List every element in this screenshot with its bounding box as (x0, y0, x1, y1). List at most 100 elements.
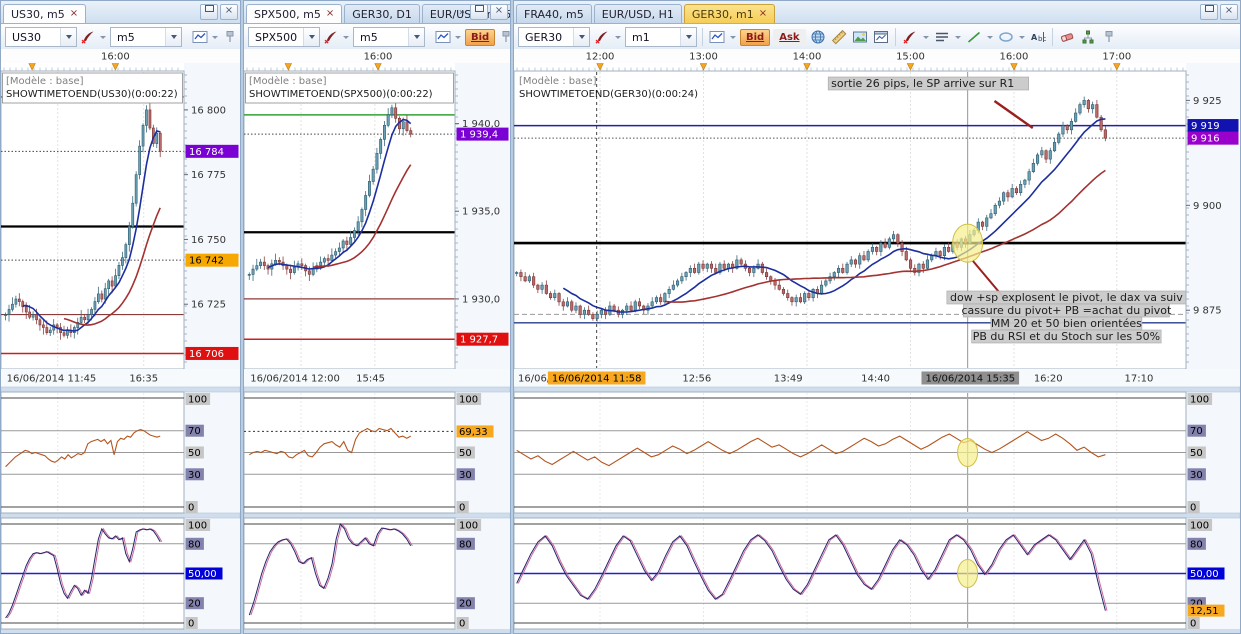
quill-icon[interactable] (323, 28, 339, 46)
symbol-select[interactable]: SPX500 (248, 27, 320, 47)
svg-text:SHOWTIMETOEND(SPX500)(0:00:22): SHOWTIMETOEND(SPX500)(0:00:22) (249, 89, 433, 100)
svg-text:16 784: 16 784 (189, 147, 224, 158)
pin-icon[interactable] (498, 28, 511, 46)
svg-text:[Modèle : base]: [Modèle : base] (249, 75, 327, 87)
timeframe-select[interactable]: m1 (625, 27, 697, 47)
svg-text:12:00: 12:00 (586, 52, 615, 63)
svg-text:16 775: 16 775 (191, 170, 226, 181)
horizontal-lines-icon[interactable] (933, 28, 951, 46)
draw-quill-icon[interactable] (901, 28, 919, 46)
bid-button[interactable]: Bid (465, 29, 495, 46)
chevron-down-icon[interactable] (165, 28, 181, 46)
tab-close-icon[interactable]: × (759, 9, 767, 19)
svg-text:9 919: 9 919 (1191, 121, 1220, 132)
dropdown-arrow-icon[interactable] (455, 36, 461, 39)
svg-text:16/06/2014 11:58: 16/06/2014 11:58 (552, 374, 642, 385)
us30-chart-canvas[interactable]: 16:00[Modèle : base]SHOWTIMETOEND(US30)(… (1, 49, 240, 634)
panel-us30: US30, m5 × × US30 m5 16:00[Modèle : base]… (0, 0, 241, 634)
svg-text:20: 20 (188, 599, 201, 610)
svg-text:A: A (1031, 33, 1038, 42)
globe-icon[interactable] (809, 28, 827, 46)
pin-icon[interactable] (222, 28, 238, 46)
tab-label: GER30, m1 (692, 6, 754, 23)
svg-text:9 925: 9 925 (1193, 96, 1222, 107)
ellipse-tool-icon[interactable] (997, 28, 1015, 46)
chart-window-icon[interactable] (872, 28, 890, 46)
object-group-icon[interactable] (1079, 28, 1097, 46)
svg-text:0: 0 (188, 619, 194, 630)
svg-text:9 900: 9 900 (1193, 201, 1222, 212)
svg-text:16 725: 16 725 (191, 300, 226, 311)
dropdown-arrow-icon[interactable] (343, 36, 349, 39)
quill-icon[interactable] (593, 28, 611, 46)
dropdown-arrow-icon[interactable] (615, 36, 621, 39)
chart-style-icon[interactable] (708, 28, 726, 46)
svg-text:SHOWTIMETOEND(US30)(0:00:22): SHOWTIMETOEND(US30)(0:00:22) (6, 89, 178, 100)
close-window-button[interactable]: × (490, 4, 508, 20)
tab-ger30-d1[interactable]: GER30, D1 (344, 4, 420, 23)
ger30-chart-canvas[interactable]: 12:0013:0014:0015:0016:0017:00[Modèle : … (514, 49, 1240, 634)
chevron-down-icon[interactable] (60, 28, 76, 46)
svg-text:16 742: 16 742 (189, 256, 224, 267)
symbol-select[interactable]: GER30 (518, 27, 590, 47)
dropdown-arrow-icon[interactable] (212, 36, 218, 39)
chevron-down-icon[interactable] (408, 28, 424, 46)
symbol-select[interactable]: US30 (5, 27, 77, 47)
chart-style-icon[interactable] (435, 28, 451, 46)
dropdown-arrow-icon[interactable] (923, 36, 929, 39)
toolbar: US30 m5 (1, 24, 240, 51)
chart-style-icon[interactable] (192, 28, 208, 46)
quill-icon[interactable] (80, 28, 96, 46)
eraser-icon[interactable] (1058, 28, 1076, 46)
svg-text:17:00: 17:00 (1102, 52, 1131, 63)
svg-text:50,00: 50,00 (188, 569, 217, 580)
svg-text:16/06/2014 11:45: 16/06/2014 11:45 (7, 374, 97, 385)
svg-text:100: 100 (1190, 395, 1209, 406)
tab-label: US30, m5 (11, 6, 65, 23)
dropdown-arrow-icon[interactable] (955, 36, 961, 39)
tab-us30-m5[interactable]: US30, m5 × (3, 4, 86, 23)
svg-text:50: 50 (459, 448, 472, 459)
tab-eur-usd-h1[interactable]: EUR/USD, H1 (594, 4, 682, 23)
svg-text:bc: bc (1038, 35, 1046, 43)
bid-button[interactable]: Bid (740, 29, 770, 46)
svg-text:80: 80 (1190, 539, 1203, 550)
svg-text:50: 50 (188, 448, 201, 459)
tab-overflow-button[interactable]: » (456, 7, 468, 18)
svg-text:15:00: 15:00 (896, 52, 925, 63)
tab-close-icon[interactable]: × (326, 9, 334, 19)
svg-text:PB du RSI et du Stoch sur les: PB du RSI et du Stoch sur les 50% (973, 330, 1160, 343)
pin-icon[interactable] (1100, 28, 1118, 46)
snapshot-icon[interactable] (851, 28, 869, 46)
tab-close-icon[interactable]: × (70, 9, 78, 19)
svg-text:1 935,0: 1 935,0 (462, 207, 500, 218)
restore-window-button[interactable] (200, 4, 218, 20)
svg-text:16 706: 16 706 (189, 349, 224, 360)
dropdown-arrow-icon[interactable] (730, 36, 736, 39)
svg-text:100: 100 (1190, 521, 1209, 532)
tab-spx500-m5[interactable]: SPX500, m5× (246, 4, 342, 23)
chevron-down-icon[interactable] (303, 28, 319, 46)
timeframe-select[interactable]: m5 (353, 27, 425, 47)
svg-text:16:00: 16:00 (1000, 52, 1029, 63)
dropdown-arrow-icon[interactable] (987, 36, 993, 39)
svg-text:50: 50 (1190, 448, 1203, 459)
dropdown-arrow-icon[interactable] (100, 36, 106, 39)
svg-text:100: 100 (459, 395, 478, 406)
svg-text:70: 70 (1190, 426, 1203, 437)
dropdown-arrow-icon[interactable] (1019, 36, 1025, 39)
close-window-button[interactable]: × (1220, 4, 1238, 20)
timeframe-select[interactable]: m5 (110, 27, 182, 47)
close-window-button[interactable]: × (220, 4, 238, 20)
chevron-down-icon[interactable] (680, 28, 696, 46)
trendline-icon[interactable] (965, 28, 983, 46)
ask-button[interactable]: Ask (773, 29, 805, 46)
ruler-icon[interactable] (830, 28, 848, 46)
spx500-chart-canvas[interactable]: 16:00[Modèle : base]SHOWTIMETOEND(SPX500… (244, 49, 510, 634)
chevron-down-icon[interactable] (573, 28, 589, 46)
tab-fra40-m5[interactable]: FRA40, m5 (516, 4, 592, 23)
tab-ger30-m1[interactable]: GER30, m1 × (684, 4, 775, 23)
restore-window-button[interactable] (1200, 4, 1218, 20)
restore-window-button[interactable] (470, 4, 488, 20)
text-tool-icon[interactable]: Abc (1029, 28, 1047, 46)
